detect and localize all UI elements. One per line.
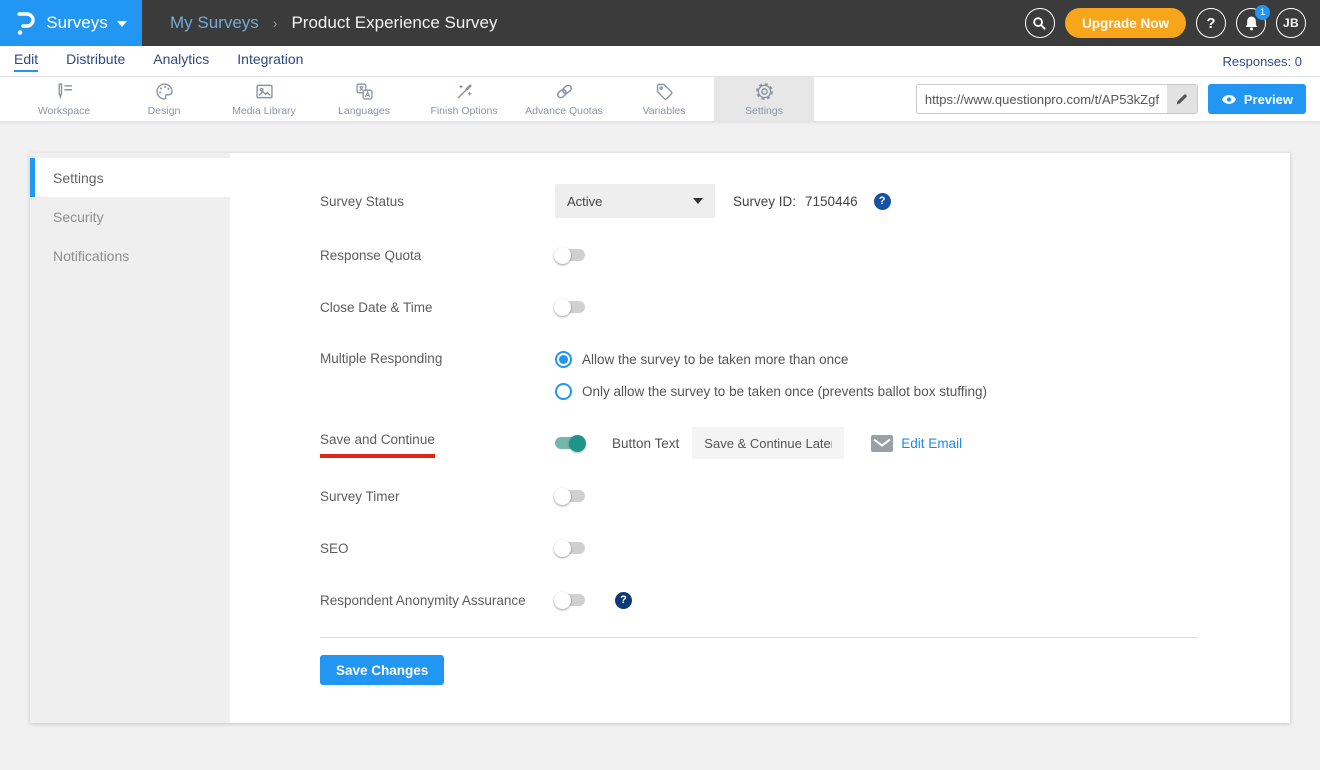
survey-timer-label: Survey Timer [320,489,555,504]
notifications-button[interactable]: 1 [1236,8,1266,38]
toolbar-item-settings[interactable]: Settings [714,77,814,121]
radio-option-multiple-allowed: Allow the survey to be taken more than o… [555,344,987,374]
respondent-anonymity-row: Respondent Anonymity Assurance ? [320,585,1290,615]
responses-count: Responses: 0 [1223,54,1303,69]
breadcrumb-my-surveys[interactable]: My Surveys [170,13,259,33]
chevron-down-icon [117,21,127,27]
tab-integration[interactable]: Integration [237,51,303,72]
seo-label: SEO [320,541,555,556]
breadcrumb: My Surveys › Product Experience Survey [170,13,497,33]
survey-id-value: 7150446 [805,194,858,209]
survey-url-input[interactable] [917,92,1167,107]
button-text-input[interactable] [692,427,844,459]
save-changes-button[interactable]: Save Changes [320,655,444,685]
tab-analytics[interactable]: Analytics [153,51,209,72]
edit-url-button[interactable] [1167,84,1197,114]
survey-status-select[interactable]: Active [555,184,715,218]
header-actions: Upgrade Now ? 1 JB [1025,8,1306,38]
toolbar-item-workspace[interactable]: Workspace [14,77,114,121]
settings-card: Settings Security Notifications Survey S… [30,153,1290,723]
close-date-row: Close Date & Time [320,292,1290,322]
button-text-label: Button Text [612,436,679,451]
email-envelope-icon[interactable] [871,435,893,452]
survey-timer-toggle[interactable] [555,490,585,502]
close-date-toggle[interactable] [555,301,585,313]
eye-icon [1221,94,1237,105]
save-and-continue-label: Save and Continue [320,432,555,458]
top-header: Surveys My Surveys › Product Experience … [0,0,1320,46]
radio-button-unchecked[interactable] [555,383,572,400]
survey-id-label: Survey ID: [733,194,796,209]
close-date-label: Close Date & Time [320,300,555,315]
edit-toolbar: Workspace Design Media Library Languages [0,77,1320,122]
tab-edit[interactable]: Edit [14,51,38,72]
upgrade-now-button[interactable]: Upgrade Now [1065,8,1186,38]
search-icon [1032,16,1047,31]
toolbar-item-design[interactable]: Design [114,77,214,121]
save-and-continue-row: Save and Continue Button Text Edit Email [320,427,1290,459]
seo-toggle[interactable] [555,542,585,554]
variables-tag-icon [654,81,675,102]
anonymity-help-icon[interactable]: ? [615,592,632,609]
sidebar-item-settings[interactable]: Settings [30,158,230,197]
preview-button[interactable]: Preview [1208,84,1306,114]
section-nav: Edit Distribute Analytics Integration Re… [0,46,1320,77]
toolbar-item-advance-quotas[interactable]: Advance Quotas [514,77,614,121]
edit-email-link[interactable]: Edit Email [901,436,962,451]
toolbar-item-media-library[interactable]: Media Library [214,77,314,121]
response-quota-row: Response Quota [320,240,1290,270]
chevron-down-icon [693,198,703,204]
design-palette-icon [154,81,175,102]
languages-icon [354,81,375,102]
avatar[interactable]: JB [1276,8,1306,38]
breadcrumb-separator: › [273,15,278,31]
pencil-icon [1175,92,1189,106]
respondent-anonymity-label: Respondent Anonymity Assurance [320,593,555,608]
settings-form: Survey Status Active Survey ID: 7150446 … [230,153,1290,723]
tab-distribute[interactable]: Distribute [66,51,125,72]
form-divider [320,637,1198,638]
survey-status-label: Survey Status [320,194,555,209]
settings-sidebar: Settings Security Notifications [30,153,230,723]
response-quota-toggle[interactable] [555,249,585,261]
response-quota-label: Response Quota [320,248,555,263]
questionpro-logo-icon [15,10,37,36]
survey-url-box [916,84,1198,114]
seo-row: SEO [320,533,1290,563]
page-title: Product Experience Survey [291,13,497,33]
survey-id-help-icon[interactable]: ? [874,193,891,210]
finish-options-icon [454,81,475,102]
radio-option-once-only: Only allow the survey to be taken once (… [555,376,987,406]
multiple-responding-label: Multiple Responding [320,351,555,366]
multiple-responding-row: Multiple Responding Allow the survey to … [320,344,1290,406]
help-button[interactable]: ? [1196,8,1226,38]
app-menu-label: Surveys [46,13,107,33]
advance-quotas-chain-icon [554,81,575,102]
main-area: Settings Security Notifications Survey S… [0,122,1320,723]
toolbar-item-languages[interactable]: Languages [314,77,414,121]
save-and-continue-toggle[interactable] [555,437,585,449]
toolbar-item-finish-options[interactable]: Finish Options [414,77,514,121]
search-button[interactable] [1025,8,1055,38]
notification-badge: 1 [1255,5,1270,20]
respondent-anonymity-toggle[interactable] [555,594,585,606]
app-menu-surveys[interactable]: Surveys [0,0,142,46]
sidebar-item-security[interactable]: Security [30,197,230,236]
media-library-icon [254,81,275,102]
survey-status-row: Survey Status Active Survey ID: 7150446 … [320,184,1290,218]
workspace-icon [54,81,75,102]
toolbar-item-variables[interactable]: Variables [614,77,714,121]
settings-gear-icon [754,81,775,102]
sidebar-item-notifications[interactable]: Notifications [30,236,230,275]
survey-timer-row: Survey Timer [320,481,1290,511]
radio-button-checked[interactable] [555,351,572,368]
